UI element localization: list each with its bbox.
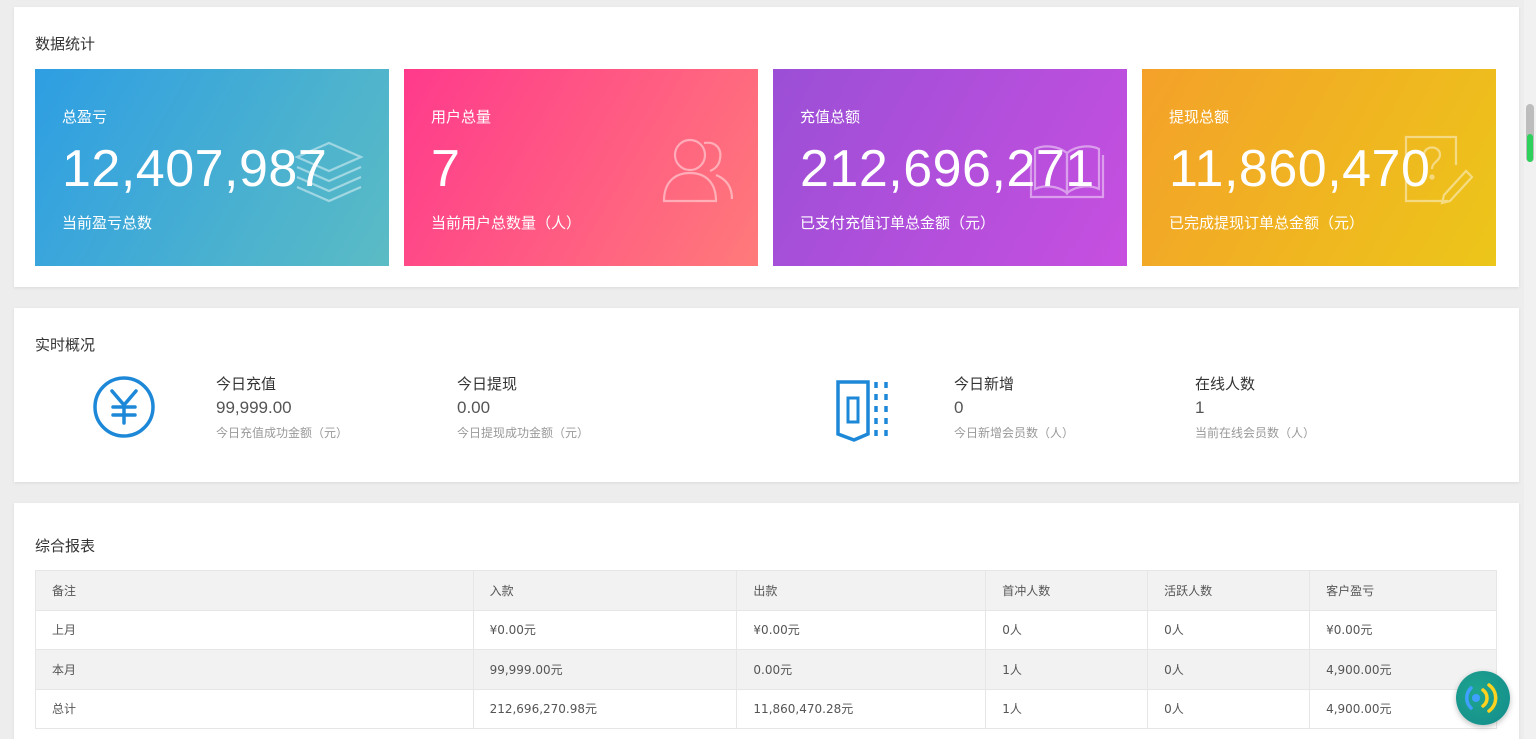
table-cell: 总计 (35, 688, 474, 729)
door-icon (836, 380, 888, 442)
table-cell: 上月 (35, 609, 474, 650)
online-members-stat: 在线人数 1 当前在线会员数（人） (1195, 373, 1315, 441)
card-desc: 已支付充值订单总金额（元） (800, 214, 996, 232)
stat-value: 0.00 (457, 398, 491, 417)
column-header: 首冲人数 (985, 570, 1149, 611)
withdraw-total-card: 提现总额 11,860,470 已完成提现订单总金额（元） (1142, 69, 1496, 266)
stats-panel-title: 数据统计 (35, 35, 96, 53)
yen-icon (93, 376, 155, 438)
total-profit-card: 总盈亏 12,407,987 当前盈亏总数 (35, 69, 389, 266)
sound-icon (1465, 683, 1498, 713)
card-value: 11,860,470 (1169, 140, 1431, 198)
table-cell: ¥0.00元 (736, 609, 987, 650)
stat-label: 今日提现 (457, 375, 518, 393)
table-row: 本月 99,999.00元 0.00元 1人 0人 4,900.00元 (35, 649, 1497, 690)
recharge-total-card: 充值总额 212,696,271 已支付充值订单总金额（元） (773, 69, 1127, 266)
card-value: 12,407,987 (62, 140, 328, 198)
table-cell: 0人 (1147, 688, 1311, 729)
table-cell: 0人 (1147, 649, 1311, 690)
book-icon (1029, 145, 1105, 199)
stat-desc: 今日充值成功金额（元） (216, 426, 349, 440)
stat-value: 1 (1195, 398, 1205, 417)
column-header: 出款 (736, 570, 987, 611)
column-header: 入款 (472, 570, 738, 611)
column-header: 活跃人数 (1147, 570, 1311, 611)
card-desc: 已完成提现订单总金额（元） (1169, 214, 1365, 232)
table-cell: 0.00元 (736, 649, 987, 690)
table-cell: 本月 (35, 649, 474, 690)
card-label: 提现总额 (1169, 108, 1230, 126)
today-withdraw-stat: 今日提现 0.00 今日提现成功金额（元） (457, 373, 589, 441)
column-header: 备注 (35, 570, 474, 611)
card-label: 总盈亏 (62, 108, 108, 126)
stat-label: 今日新增 (954, 375, 1015, 393)
stat-value: 0 (954, 398, 964, 417)
card-value: 7 (431, 140, 461, 198)
page-scrollbar[interactable] (1524, 0, 1536, 739)
table-cell: 99,999.00元 (472, 649, 738, 690)
floating-sound-button[interactable] (1456, 671, 1510, 725)
stat-value: 99,999.00 (216, 398, 292, 417)
report-panel-title: 综合报表 (35, 537, 96, 555)
table-cell: ¥0.00元 (1309, 609, 1497, 650)
stat-desc: 当前在线会员数（人） (1195, 426, 1316, 440)
table-cell: 1人 (985, 688, 1149, 729)
table-cell: 0人 (1147, 609, 1311, 650)
card-desc: 当前盈亏总数 (62, 214, 153, 232)
scrollbar-marker (1527, 134, 1533, 162)
table-cell: 212,696,270.98元 (472, 688, 738, 729)
stat-desc: 今日新增会员数（人） (954, 426, 1075, 440)
table-header-row: 备注 入款 出款 首冲人数 活跃人数 客户盈亏 (35, 570, 1497, 611)
report-panel: 综合报表 备注 入款 出款 首冲人数 活跃人数 客户盈亏 上月 ¥0.00元 ¥… (14, 503, 1519, 739)
card-desc: 当前用户总数量（人） (431, 214, 582, 232)
card-label: 充值总额 (800, 108, 861, 126)
table-cell: ¥0.00元 (472, 609, 738, 650)
stat-desc: 今日提现成功金额（元） (457, 426, 590, 440)
layers-icon (294, 141, 364, 203)
table-row: 上月 ¥0.00元 ¥0.00元 0人 0人 ¥0.00元 (35, 609, 1497, 650)
today-recharge-stat: 今日充值 99,999.00 今日充值成功金额（元） (216, 373, 348, 441)
stat-label: 今日充值 (216, 375, 277, 393)
table-cell: 11,860,470.28元 (736, 688, 987, 729)
realtime-panel-title: 实时概况 (35, 336, 96, 354)
table-cell: 1人 (985, 649, 1149, 690)
report-table: 备注 入款 出款 首冲人数 活跃人数 客户盈亏 上月 ¥0.00元 ¥0.00元… (35, 570, 1497, 729)
table-row: 总计 212,696,270.98元 11,860,470.28元 1人 0人 … (35, 688, 1497, 729)
today-new-members-stat: 今日新增 0 今日新增会员数（人） (954, 373, 1074, 441)
edit-note-icon (1404, 135, 1474, 205)
column-header: 客户盈亏 (1309, 570, 1497, 611)
realtime-panel: 实时概况 今日充值 99,999.00 今日充值成功金额（元） 今日提现 0.0… (14, 308, 1519, 482)
user-total-card: 用户总量 7 当前用户总数量（人） (404, 69, 758, 266)
table-cell: 0人 (985, 609, 1149, 650)
stats-panel: 数据统计 总盈亏 12,407,987 当前盈亏总数 用户总量 7 当前用户总数… (14, 7, 1519, 287)
users-icon (662, 138, 734, 203)
stat-label: 在线人数 (1195, 375, 1256, 393)
card-label: 用户总量 (431, 108, 492, 126)
